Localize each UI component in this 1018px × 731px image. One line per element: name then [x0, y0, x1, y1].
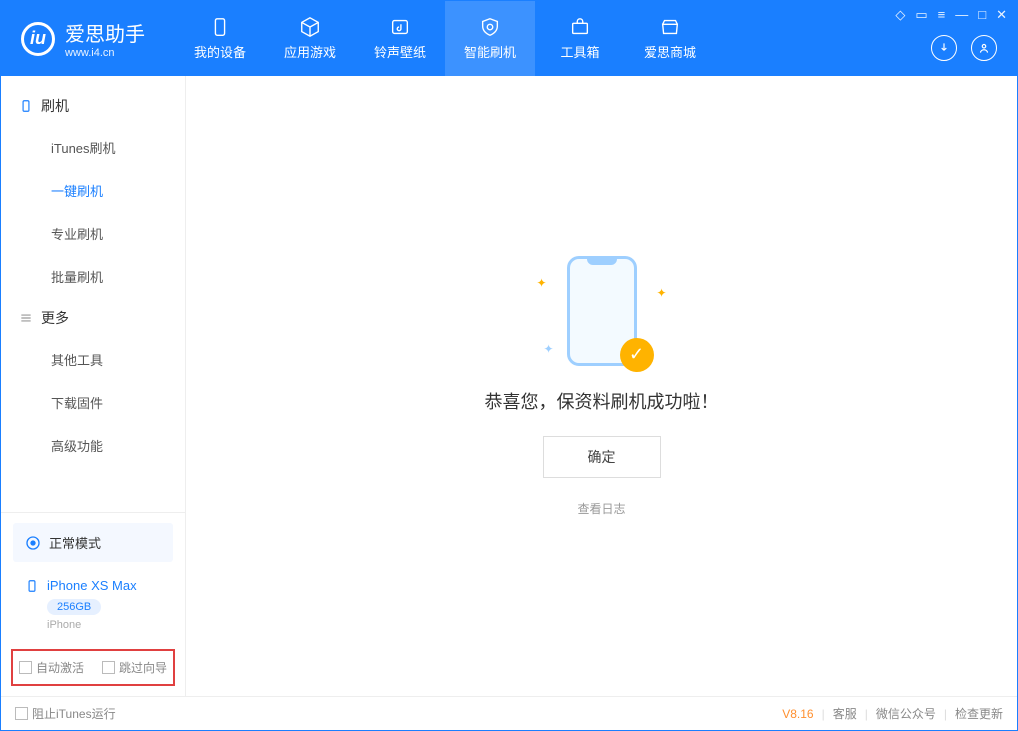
- version-label: V8.16: [782, 707, 813, 721]
- checkbox-icon: [102, 661, 115, 674]
- nav-ringtone-wallpaper[interactable]: 铃声壁纸: [355, 1, 445, 76]
- sidebar-group-flash: 刷机: [1, 86, 185, 126]
- footer-right: V8.16 | 客服 | 微信公众号 | 检查更新: [782, 705, 1003, 722]
- skip-guide-checkbox[interactable]: 跳过向导: [102, 659, 167, 676]
- block-itunes-checkbox[interactable]: 阻止iTunes运行: [15, 705, 116, 722]
- header-right-controls: [931, 35, 997, 61]
- cube-icon: [299, 16, 321, 38]
- view-log-link[interactable]: 查看日志: [577, 500, 625, 517]
- nav-apps-games[interactable]: 应用游戏: [265, 1, 355, 76]
- status-bar: 阻止iTunes运行 V8.16 | 客服 | 微信公众号 | 检查更新: [1, 696, 1017, 730]
- group-title: 更多: [41, 308, 69, 328]
- phone-icon: [19, 99, 33, 113]
- device-info[interactable]: iPhone XS Max 256GB iPhone: [13, 570, 173, 639]
- tshirt-icon[interactable]: ◇: [895, 7, 905, 23]
- sidebar-item-batch-flash[interactable]: 批量刷机: [1, 255, 185, 298]
- maximize-button[interactable]: □: [978, 7, 986, 23]
- success-illustration: ✦ ✦ ✦ ✓: [542, 256, 662, 366]
- main-content: ✦ ✦ ✦ ✓ 恭喜您，保资料刷机成功啦！ 确定 查看日志: [186, 76, 1017, 696]
- nav-my-device[interactable]: 我的设备: [175, 1, 265, 76]
- group-title: 刷机: [41, 96, 69, 116]
- success-message: 恭喜您，保资料刷机成功啦！: [485, 388, 719, 414]
- sidebar-item-download-firmware[interactable]: 下载固件: [1, 381, 185, 424]
- mode-indicator[interactable]: 正常模式: [13, 523, 173, 562]
- download-button[interactable]: [931, 35, 957, 61]
- ok-button[interactable]: 确定: [543, 436, 661, 478]
- mode-label: 正常模式: [49, 533, 101, 552]
- mode-icon: [25, 535, 41, 551]
- device-type: iPhone: [47, 619, 161, 631]
- check-badge-icon: ✓: [620, 338, 654, 372]
- app-name: 爱思助手: [65, 18, 145, 47]
- user-icon: [977, 41, 991, 55]
- close-button[interactable]: ✕: [996, 7, 1007, 23]
- sparkle-icon: ✦: [544, 342, 554, 356]
- list-icon: [19, 311, 33, 325]
- user-button[interactable]: [971, 35, 997, 61]
- sparkle-icon: ✦: [656, 286, 666, 300]
- nav-toolbox[interactable]: 工具箱: [535, 1, 625, 76]
- device-capacity: 256GB: [47, 599, 101, 615]
- device-icon: [209, 16, 231, 38]
- sidebar: 刷机 iTunes刷机 一键刷机 专业刷机 批量刷机 更多 其他工具 下载固件 …: [1, 76, 186, 696]
- sidebar-item-advanced[interactable]: 高级功能: [1, 424, 185, 467]
- nav-label: 应用游戏: [284, 42, 336, 61]
- app-site: www.i4.cn: [65, 47, 145, 59]
- checkbox-icon: [15, 707, 28, 720]
- window-controls-top: ◇ ▭ ≡ — □ ✕: [895, 7, 1007, 23]
- nav-store[interactable]: 爱思商城: [625, 1, 715, 76]
- sidebar-item-other-tools[interactable]: 其他工具: [1, 338, 185, 381]
- sidebar-group-more: 更多: [1, 298, 185, 338]
- footer-left: 阻止iTunes运行: [15, 705, 116, 722]
- toolbox-icon: [569, 16, 591, 38]
- menu-icon[interactable]: ≡: [938, 7, 946, 23]
- sidebar-item-itunes-flash[interactable]: iTunes刷机: [1, 126, 185, 169]
- nav-label: 智能刷机: [464, 42, 516, 61]
- checkbox-icon: [19, 661, 32, 674]
- device-name: iPhone XS Max: [25, 578, 161, 593]
- nav-label: 工具箱: [560, 42, 599, 61]
- app-header: iu 爱思助手 www.i4.cn 我的设备 应用游戏 铃声壁纸 智能刷机 工具…: [1, 1, 1017, 76]
- minimize-button[interactable]: —: [955, 7, 968, 23]
- auto-activate-checkbox[interactable]: 自动激活: [19, 659, 84, 676]
- body-area: 刷机 iTunes刷机 一键刷机 专业刷机 批量刷机 更多 其他工具 下载固件 …: [1, 76, 1017, 696]
- sidebar-item-pro-flash[interactable]: 专业刷机: [1, 212, 185, 255]
- check-update-link[interactable]: 检查更新: [955, 705, 1003, 722]
- wechat-link[interactable]: 微信公众号: [876, 705, 936, 722]
- top-nav: 我的设备 应用游戏 铃声壁纸 智能刷机 工具箱 爱思商城: [175, 1, 715, 76]
- logo-icon: iu: [21, 22, 55, 56]
- preferences-icon[interactable]: ▭: [915, 7, 927, 23]
- sparkle-icon: ✦: [537, 276, 547, 290]
- phone-icon: [25, 579, 39, 593]
- sidebar-item-oneclick-flash[interactable]: 一键刷机: [1, 169, 185, 212]
- app-logo: iu 爱思助手 www.i4.cn: [1, 18, 165, 59]
- nav-label: 爱思商城: [644, 42, 696, 61]
- nav-label: 我的设备: [194, 42, 246, 61]
- nav-label: 铃声壁纸: [374, 42, 426, 61]
- flash-options-highlighted: 自动激活 跳过向导: [11, 649, 175, 686]
- store-icon: [659, 16, 681, 38]
- sidebar-nav: 刷机 iTunes刷机 一键刷机 专业刷机 批量刷机 更多 其他工具 下载固件 …: [1, 76, 185, 512]
- support-link[interactable]: 客服: [833, 705, 857, 722]
- music-folder-icon: [389, 16, 411, 38]
- download-icon: [937, 41, 951, 55]
- sidebar-bottom: 正常模式 iPhone XS Max 256GB iPhone 自动激活 跳过向…: [1, 512, 185, 696]
- nav-smart-flash[interactable]: 智能刷机: [445, 1, 535, 76]
- shield-refresh-icon: [479, 16, 501, 38]
